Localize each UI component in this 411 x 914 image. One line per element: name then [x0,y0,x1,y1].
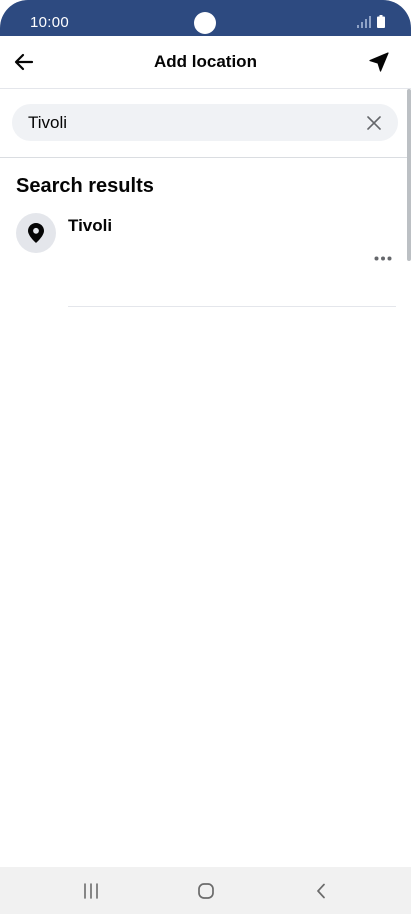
close-icon [367,116,381,130]
back-icon [317,883,325,899]
battery-icon [377,15,385,28]
camera-cutout [194,12,216,34]
clear-search-button[interactable] [364,113,384,133]
system-back-button[interactable] [304,875,338,907]
more-horizontal-icon [374,256,392,260]
status-time: 10:00 [30,14,70,31]
navigation-arrow-icon [369,52,389,72]
current-location-button[interactable] [365,48,393,76]
search-box [12,104,398,141]
phone-screen: 10:00 Add location Tivoli Search results… [0,0,411,914]
recents-icon [84,883,98,899]
search-input[interactable] [28,104,348,141]
signal-icon [357,16,371,28]
divider [68,306,396,307]
location-icon-container [16,213,56,253]
status-icons [357,14,385,28]
results-heading: Search results [16,175,154,197]
recents-button[interactable] [74,875,108,907]
location-pin-icon [28,223,44,243]
system-nav-bar [0,867,411,914]
result-name: Tivoli [68,216,113,235]
more-options-button[interactable] [370,250,396,266]
scrollbar[interactable] [407,89,411,261]
search-area [0,88,411,158]
app-header: Add location [0,36,411,89]
home-button[interactable] [189,875,223,907]
list-item[interactable]: Tivoli [0,206,404,307]
page-title: Add location [154,52,257,71]
home-icon [198,883,214,899]
